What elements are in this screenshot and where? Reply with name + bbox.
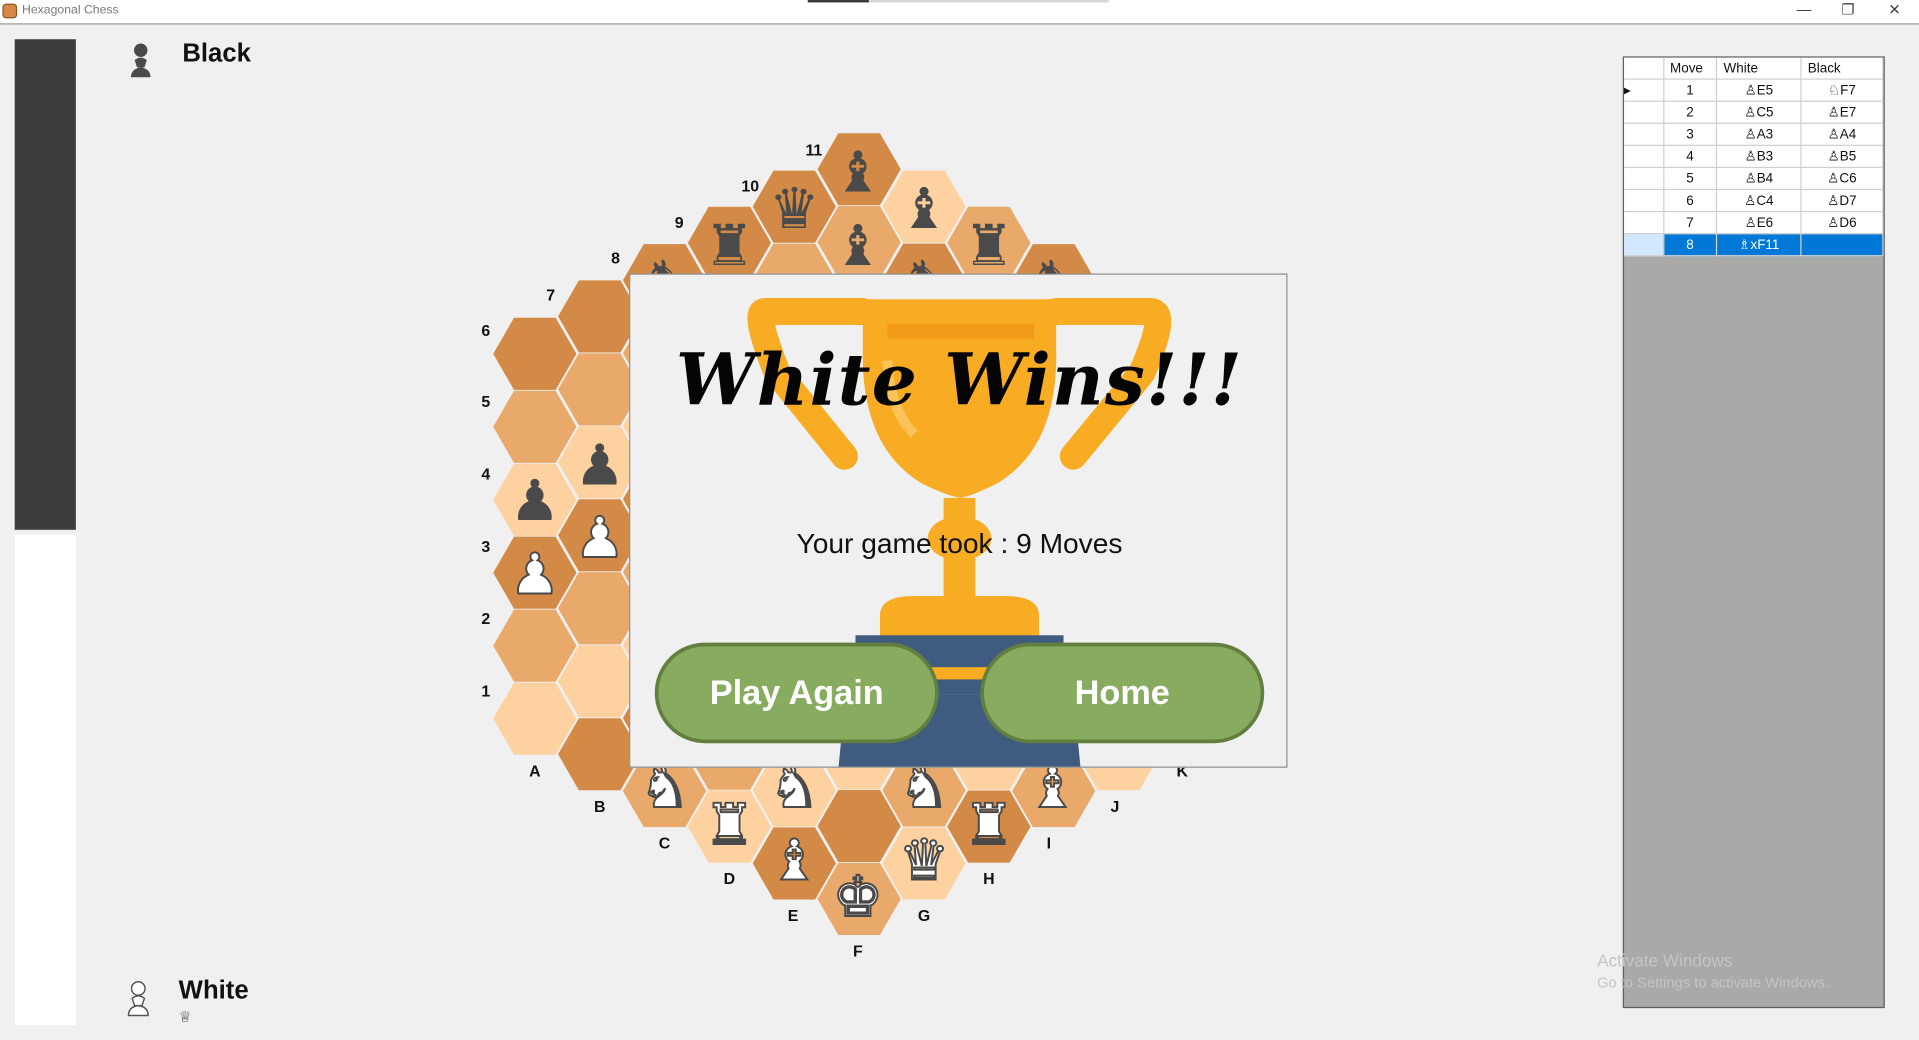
column-header-white[interactable]: White (1716, 57, 1802, 80)
game-length-text: Your game took : 9 Moves (796, 527, 1123, 560)
board-cell-A6[interactable] (493, 317, 577, 390)
row-header (1624, 123, 1664, 146)
row-header (1624, 211, 1664, 235)
board-cell-A2[interactable] (493, 609, 577, 682)
current-row-indicator-icon: ▸ (1624, 79, 1664, 102)
column-header-black[interactable]: Black (1801, 57, 1884, 80)
table-row[interactable]: 7 ♙E6 ♙D6 (1624, 211, 1884, 235)
move-history-panel[interactable]: Move White Black ▸ 1 ♙E5 ♘F7 2 ♙C5 ♙E7 3… (1622, 56, 1885, 1009)
file-label: J (1111, 799, 1120, 816)
board-cell-A5[interactable] (493, 390, 577, 463)
win-dialog: White Wins!!! Your game took : 9 Moves P… (629, 273, 1288, 768)
move-number: 2 (1663, 101, 1718, 124)
row-header (1624, 101, 1664, 124)
white-rook-icon[interactable]: ♜ (703, 792, 755, 859)
file-label: E (788, 908, 799, 925)
white-move: ♙E5 (1716, 79, 1802, 102)
white-move: ♗xF11 (1716, 233, 1802, 257)
rank-label: 4 (481, 467, 490, 484)
file-label: H (983, 871, 994, 888)
white-queen-icon[interactable]: ♛ (898, 827, 950, 894)
home-button[interactable]: Home (980, 642, 1265, 744)
move-number: 8 (1663, 233, 1718, 257)
row-header (1624, 233, 1664, 257)
file-label: A (529, 763, 541, 780)
white-pawn-icon[interactable]: ♟ (573, 505, 625, 572)
move-number: 5 (1663, 167, 1718, 191)
black-queen-icon[interactable]: ♛ (769, 177, 819, 242)
watermark-line-1: Activate Windows (1597, 950, 1733, 971)
activation-watermark: Activate Windows Go to Settings to activ… (1597, 949, 1829, 993)
rank-label: 10 (741, 178, 759, 195)
move-history-table: Move White Black ▸ 1 ♙E5 ♘F7 2 ♙C5 ♙E7 3… (1624, 57, 1884, 257)
move-number: 7 (1663, 211, 1718, 235)
file-label: C (659, 836, 671, 853)
black-pawn-icon[interactable]: ♟ (510, 469, 560, 534)
white-move: ♙B3 (1716, 145, 1802, 169)
black-move: ♙A4 (1801, 123, 1884, 146)
file-label: I (1047, 836, 1051, 853)
white-move: ♙A3 (1716, 123, 1802, 146)
white-move: ♙B4 (1716, 167, 1802, 191)
rank-label: 1 (481, 684, 490, 701)
rank-label: 11 (805, 143, 822, 160)
file-label: F (853, 944, 863, 961)
table-row[interactable]: 6 ♙C4 ♙D7 (1624, 189, 1884, 213)
white-king-icon[interactable]: ♚ (832, 864, 884, 931)
white-pawn-icon[interactable]: ♟ (509, 542, 561, 609)
white-rook-icon[interactable]: ♜ (963, 792, 1015, 859)
move-number: 4 (1663, 145, 1718, 169)
table-row[interactable]: ▸ 1 ♙E5 ♘F7 (1624, 79, 1884, 102)
table-row-selected[interactable]: 8 ♗xF11 (1624, 233, 1884, 257)
table-row[interactable]: 4 ♙B3 ♙B5 (1624, 145, 1884, 169)
black-move (1801, 233, 1884, 257)
rank-label: 9 (675, 215, 684, 232)
white-bishop-icon[interactable]: ♝ (768, 827, 820, 894)
black-move: ♙D6 (1801, 211, 1884, 235)
black-move: ♙B5 (1801, 145, 1884, 169)
rank-label: 2 (481, 611, 490, 628)
move-number: 6 (1663, 189, 1718, 213)
move-number: 1 (1663, 79, 1718, 102)
board-cell-A1[interactable] (493, 682, 577, 755)
column-header-move[interactable]: Move (1663, 57, 1718, 80)
white-move: ♙C4 (1716, 189, 1802, 213)
table-row[interactable]: 5 ♙B4 ♙C6 (1624, 167, 1884, 191)
table-row[interactable]: 3 ♙A3 ♙A4 (1624, 123, 1884, 146)
row-header (1624, 167, 1664, 191)
row-header-corner (1624, 57, 1664, 80)
file-label: G (918, 908, 930, 925)
file-label: D (724, 871, 735, 888)
black-move: ♙C6 (1801, 167, 1884, 191)
black-bishop-icon[interactable]: ♝ (899, 177, 949, 242)
watermark-line-2: Go to Settings to activate Windows. (1597, 973, 1829, 991)
rank-label: 6 (481, 323, 490, 340)
rank-label: 7 (546, 287, 555, 304)
black-move: ♘F7 (1801, 79, 1884, 102)
rank-label: 5 (481, 394, 490, 411)
black-bishop-icon[interactable]: ♝ (833, 140, 883, 205)
table-row[interactable]: 2 ♙C5 ♙E7 (1624, 101, 1884, 124)
row-header (1624, 145, 1664, 169)
move-number: 3 (1663, 123, 1718, 146)
black-rook-icon[interactable]: ♜ (704, 214, 754, 279)
row-header (1624, 189, 1664, 213)
rank-label: 8 (611, 251, 620, 268)
rank-label: 3 (481, 539, 490, 556)
board-cell-F2[interactable] (817, 789, 901, 863)
white-move: ♙C5 (1716, 101, 1802, 124)
file-label: B (594, 799, 605, 816)
black-rook-icon[interactable]: ♜ (964, 214, 1014, 279)
black-pawn-icon[interactable]: ♟ (574, 433, 624, 498)
play-again-button[interactable]: Play Again (654, 642, 939, 744)
white-move: ♙E6 (1716, 211, 1802, 235)
black-move: ♙E7 (1801, 101, 1884, 124)
black-bishop-icon[interactable]: ♝ (833, 214, 883, 279)
black-move: ♙D7 (1801, 189, 1884, 213)
win-title: White Wins!!! (675, 338, 1244, 422)
